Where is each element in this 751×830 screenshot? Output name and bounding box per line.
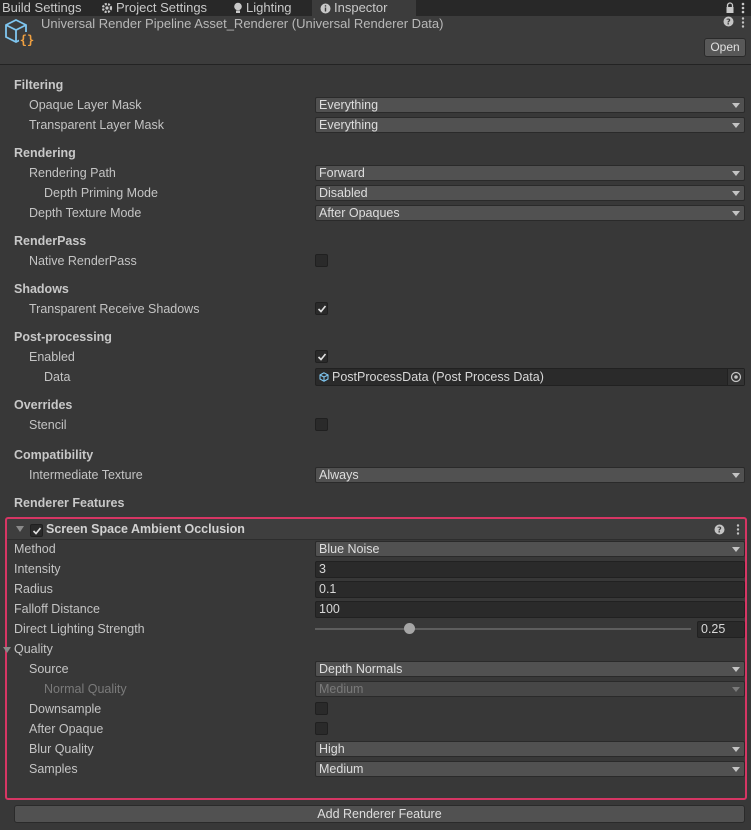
section-post-processing: Post-processing bbox=[14, 330, 112, 344]
slider-handle[interactable] bbox=[404, 623, 415, 634]
object-picker-button[interactable] bbox=[727, 369, 744, 385]
svg-text:{}: {} bbox=[20, 33, 34, 47]
native-renderpass-checkbox[interactable] bbox=[315, 254, 328, 267]
bulb-icon bbox=[234, 2, 242, 13]
tab-inspector[interactable]: Inspector bbox=[312, 0, 416, 16]
checkmark-icon bbox=[317, 353, 327, 361]
chevron-down-icon bbox=[732, 473, 740, 478]
ssao-enabled-checkbox[interactable] bbox=[30, 524, 43, 537]
ssao-feature-title: Screen Space Ambient Occlusion bbox=[46, 522, 245, 536]
native-renderpass-label: Native RenderPass bbox=[29, 254, 137, 268]
tab-bar: Build Settings Project Settings Lighting… bbox=[0, 0, 751, 16]
ssao-method-label: Method bbox=[14, 542, 56, 556]
chevron-down-icon bbox=[732, 747, 740, 752]
ssao-falloff-label: Falloff Distance bbox=[14, 602, 100, 616]
ssao-downsample-label: Downsample bbox=[29, 702, 102, 716]
section-rendering: Rendering bbox=[14, 146, 76, 160]
foldout-arrow-icon[interactable] bbox=[16, 526, 24, 532]
chevron-down-icon bbox=[732, 547, 740, 552]
ssao-samples-dropdown[interactable]: Medium bbox=[315, 761, 745, 777]
help-icon[interactable]: ? bbox=[714, 524, 725, 535]
ssao-radius-field[interactable]: 0.1 bbox=[315, 581, 745, 598]
chevron-down-icon bbox=[732, 171, 740, 176]
svg-text:?: ? bbox=[717, 526, 722, 535]
ssao-method-dropdown[interactable]: Blue Noise bbox=[315, 541, 745, 557]
intermediate-texture-label: Intermediate Texture bbox=[29, 468, 143, 482]
post-processing-enabled-checkbox[interactable] bbox=[315, 350, 328, 363]
depth-priming-mode-dropdown[interactable]: Disabled bbox=[315, 185, 745, 201]
inspector-header: {} Universal Render Pipeline Asset_Rende… bbox=[0, 16, 751, 65]
ssao-after-opaque-label: After Opaque bbox=[29, 722, 104, 736]
opaque-layer-mask-label: Opaque Layer Mask bbox=[29, 98, 142, 112]
ssao-intensity-field[interactable]: 3 bbox=[315, 561, 745, 578]
depth-texture-mode-dropdown[interactable]: After Opaques bbox=[315, 205, 745, 221]
ssao-direct-lighting-field[interactable]: 0.25 bbox=[697, 621, 745, 638]
tab-build-settings[interactable]: Build Settings bbox=[2, 0, 98, 16]
section-compatibility: Compatibility bbox=[14, 448, 94, 462]
chevron-down-icon bbox=[732, 687, 740, 692]
chevron-down-icon bbox=[732, 123, 740, 128]
ssao-quality-label[interactable]: Quality bbox=[14, 642, 53, 656]
transparent-receive-shadows-label: Transparent Receive Shadows bbox=[29, 302, 200, 316]
post-processing-enabled-label: Enabled bbox=[29, 350, 75, 364]
rendering-path-label: Rendering Path bbox=[29, 166, 116, 180]
checkmark-icon bbox=[32, 527, 42, 535]
intermediate-texture-dropdown[interactable]: Always bbox=[315, 467, 745, 483]
ssao-direct-lighting-label: Direct Lighting Strength bbox=[14, 622, 145, 636]
tab-project-settings[interactable]: Project Settings bbox=[101, 0, 216, 16]
ssao-direct-lighting-slider[interactable] bbox=[315, 628, 691, 630]
quality-foldout-arrow-icon[interactable] bbox=[3, 647, 11, 653]
ssao-source-label: Source bbox=[29, 662, 69, 676]
section-renderer-features: Renderer Features bbox=[14, 496, 125, 510]
section-overrides: Overrides bbox=[14, 398, 73, 412]
ssao-intensity-label: Intensity bbox=[14, 562, 61, 576]
open-button[interactable]: Open bbox=[704, 38, 746, 57]
ssao-blur-quality-label: Blur Quality bbox=[29, 742, 94, 756]
component-menu-icon[interactable] bbox=[741, 17, 745, 28]
ssao-falloff-field[interactable]: 100 bbox=[315, 601, 745, 618]
transparent-layer-mask-label: Transparent Layer Mask bbox=[29, 118, 165, 132]
stencil-label: Stencil bbox=[29, 418, 67, 432]
chevron-down-icon bbox=[732, 191, 740, 196]
ssao-downsample-checkbox[interactable] bbox=[315, 702, 328, 715]
asset-title: Universal Render Pipeline Asset_Renderer… bbox=[41, 16, 444, 31]
chevron-down-icon bbox=[732, 103, 740, 108]
more-menu-icon[interactable] bbox=[741, 2, 745, 14]
section-filtering: Filtering bbox=[14, 78, 64, 92]
ssao-radius-label: Radius bbox=[14, 582, 53, 596]
transparent-layer-mask-dropdown[interactable]: Everything bbox=[315, 117, 745, 133]
section-renderpass: RenderPass bbox=[14, 234, 87, 248]
ssao-source-dropdown[interactable]: Depth Normals bbox=[315, 661, 745, 677]
ssao-normal-quality-dropdown: Medium bbox=[315, 681, 745, 697]
ssao-normal-quality-label: Normal Quality bbox=[44, 682, 127, 696]
depth-priming-mode-label: Depth Priming Mode bbox=[44, 186, 158, 200]
chevron-down-icon bbox=[732, 667, 740, 672]
ssao-after-opaque-checkbox[interactable] bbox=[315, 722, 328, 735]
post-processing-data-label: Data bbox=[44, 370, 71, 384]
ssao-feature-highlight bbox=[5, 517, 747, 800]
chevron-down-icon bbox=[732, 767, 740, 772]
transparent-receive-shadows-checkbox[interactable] bbox=[315, 302, 328, 315]
stencil-checkbox[interactable] bbox=[315, 418, 328, 431]
tab-lighting[interactable]: Lighting bbox=[233, 0, 305, 16]
checkmark-icon bbox=[317, 305, 327, 313]
opaque-layer-mask-dropdown[interactable]: Everything bbox=[315, 97, 745, 113]
feature-menu-icon[interactable] bbox=[736, 524, 740, 535]
info-icon bbox=[320, 3, 331, 14]
section-shadows: Shadows bbox=[14, 282, 69, 296]
svg-text:?: ? bbox=[726, 18, 731, 27]
add-renderer-feature-button[interactable]: Add Renderer Feature bbox=[14, 805, 745, 823]
help-icon[interactable]: ? bbox=[723, 16, 734, 27]
depth-texture-mode-label: Depth Texture Mode bbox=[29, 206, 142, 220]
renderer-data-icon: {} bbox=[5, 18, 35, 47]
post-process-data-field[interactable]: PostProcessData (Post Process Data) bbox=[315, 368, 745, 386]
ssao-samples-label: Samples bbox=[29, 762, 78, 776]
target-icon bbox=[730, 371, 742, 383]
gear-icon bbox=[101, 2, 113, 14]
ssao-blur-quality-dropdown[interactable]: High bbox=[315, 741, 745, 757]
asset-object-icon bbox=[319, 372, 329, 382]
lock-icon[interactable] bbox=[725, 2, 735, 14]
chevron-down-icon bbox=[732, 211, 740, 216]
rendering-path-dropdown[interactable]: Forward bbox=[315, 165, 745, 181]
